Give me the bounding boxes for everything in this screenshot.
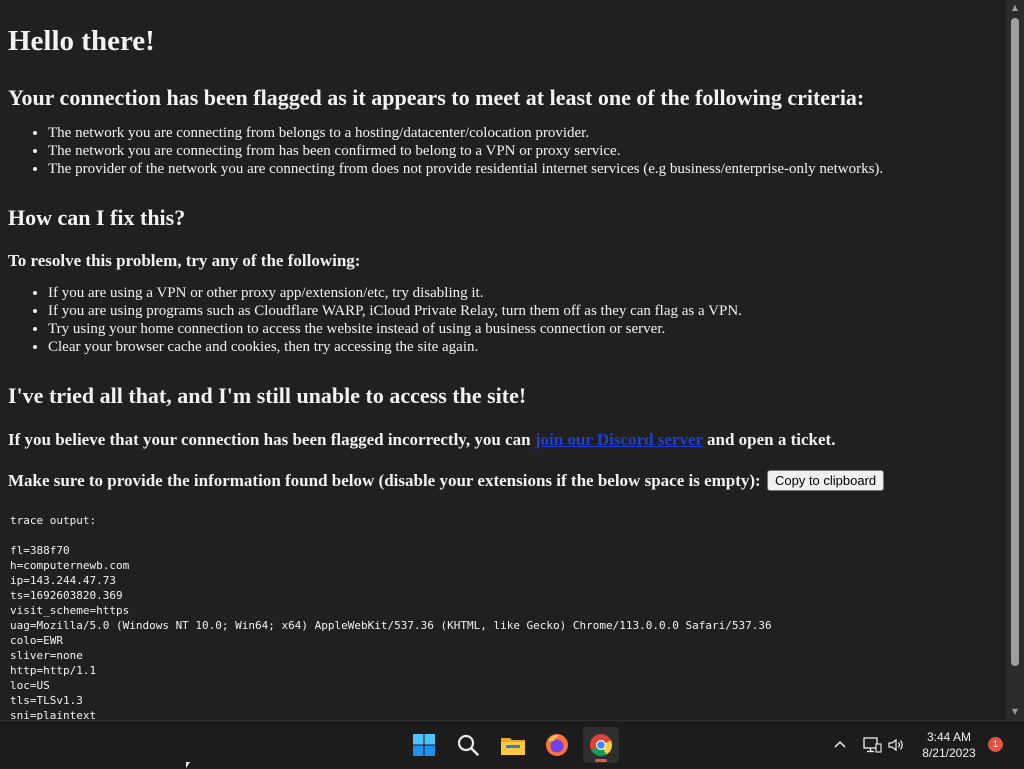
notification-badge[interactable]: 1 [988, 737, 1003, 752]
scrollbar-thumb[interactable] [1011, 18, 1019, 666]
page-content: Hello there! Your connection has been fl… [0, 24, 1006, 720]
file-explorer-icon[interactable] [495, 727, 531, 763]
search-icon[interactable] [450, 727, 486, 763]
criteria-list: The network you are connecting from belo… [8, 124, 998, 178]
incorrect-flag-text: If you believe that your connection has … [8, 429, 998, 451]
list-item: If you are using a VPN or other proxy ap… [48, 284, 998, 302]
list-item: The provider of the network you are conn… [48, 160, 998, 178]
list-item: The network you are connecting from has … [48, 142, 998, 160]
clock-time: 3:44 AM [926, 730, 972, 744]
vertical-scrollbar[interactable]: ▲ ▼ [1006, 0, 1024, 720]
discord-link[interactable]: join our Discord server [535, 430, 703, 449]
incorrect-suffix: and open a ticket. [702, 430, 836, 449]
resolve-heading: To resolve this problem, try any of the … [8, 251, 361, 270]
scroll-down-arrow-icon[interactable]: ▼ [1006, 704, 1024, 720]
clock-date: 8/21/2023 [922, 746, 976, 760]
copy-to-clipboard-button[interactable]: Copy to clipboard [766, 469, 885, 491]
list-item: Try using your home connection to access… [48, 320, 998, 338]
trace-output: trace output: fl=388f70 h=computernewb.c… [10, 513, 772, 720]
browser-page: Hello there! Your connection has been fl… [0, 0, 1006, 720]
chrome-icon[interactable] [583, 727, 619, 763]
list-item: Clear your browser cache and cookies, th… [48, 338, 998, 356]
criteria-heading: Your connection has been flagged as it a… [8, 85, 865, 110]
scroll-up-arrow-icon[interactable]: ▲ [1006, 0, 1024, 16]
network-icon[interactable] [862, 721, 882, 769]
provide-info-label: Make sure to provide the information fou… [8, 471, 761, 490]
system-clock[interactable]: 3:44 AM 8/21/2023 [912, 729, 986, 761]
windows-start-icon[interactable] [406, 727, 442, 763]
mouse-cursor-icon [186, 762, 190, 768]
taskbar: 3:44 AM 8/21/2023 1 [0, 720, 1024, 768]
page-title: Hello there! [8, 25, 155, 57]
list-item: If you are using programs such as Cloudf… [48, 302, 998, 320]
fix-heading: How can I fix this? [8, 205, 186, 230]
fixes-list: If you are using a VPN or other proxy ap… [8, 284, 998, 356]
active-app-indicator [595, 759, 607, 762]
tried-heading: I've tried all that, and I'm still unabl… [8, 383, 527, 408]
volume-icon[interactable] [887, 721, 905, 769]
incorrect-prefix: If you believe that your connection has … [8, 430, 535, 449]
provide-info-text: Make sure to provide the information fou… [8, 469, 998, 493]
show-hidden-icons-chevron-icon[interactable] [832, 721, 848, 769]
list-item: The network you are connecting from belo… [48, 124, 998, 142]
firefox-icon[interactable] [539, 727, 575, 763]
